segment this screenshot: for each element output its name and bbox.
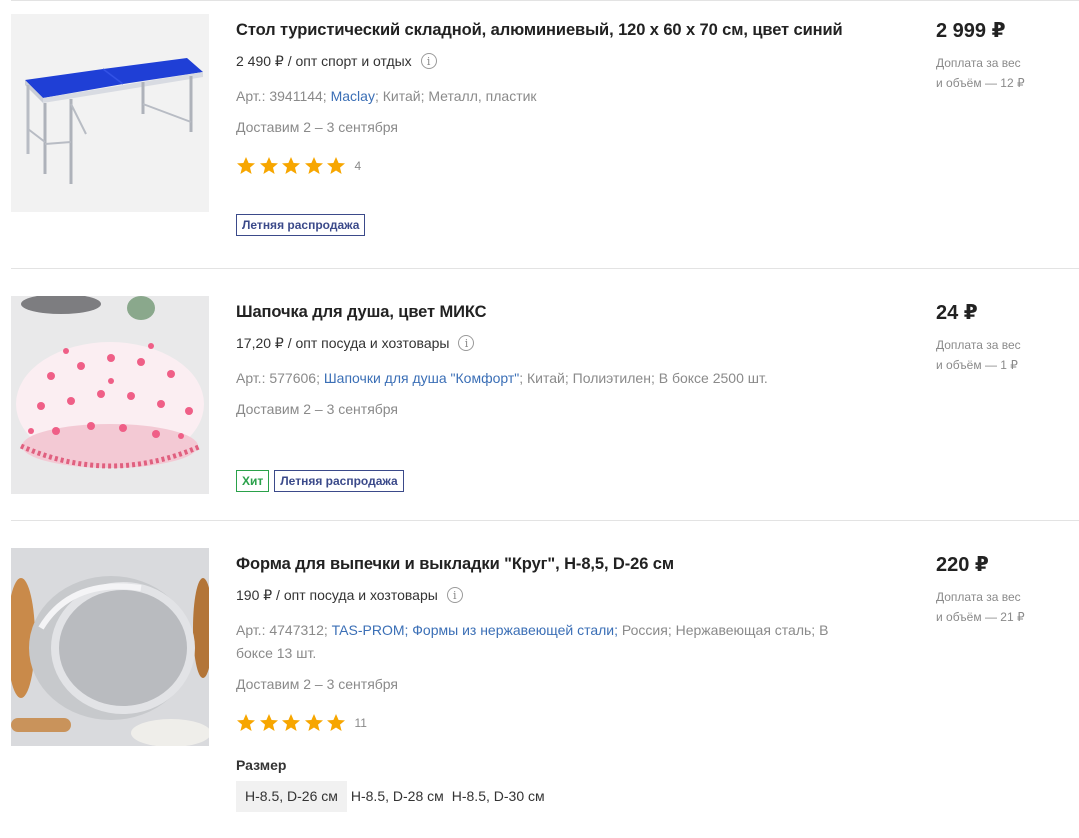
badge-summer-sale[interactable]: Летняя распродажа xyxy=(274,470,404,492)
wholesale-price: 17,20 ₽ / опт посуда и хозтовары xyxy=(236,335,450,351)
wholesale-price-row: 190 ₽ / опт посуда и хозтовары i xyxy=(236,586,876,604)
star-icon xyxy=(236,156,256,176)
category-link[interactable]: Формы из нержавеющей стали; xyxy=(412,622,618,638)
star-icon xyxy=(236,713,256,733)
series-link[interactable]: Шапочки для душа "Комфорт" xyxy=(324,370,519,386)
wholesale-price-row: 2 490 ₽ / опт спорт и отдых i xyxy=(236,52,876,70)
info-icon[interactable]: i xyxy=(458,335,475,351)
product-title[interactable]: Стол туристический складной, алюминиевый… xyxy=(236,19,876,41)
product-image-shower-cap[interactable] xyxy=(11,296,209,494)
product-title[interactable]: Шапочка для душа, цвет МИКС xyxy=(236,301,876,323)
product-card: Стол туристический складной, алюминиевый… xyxy=(0,0,1079,269)
delivery-date: Доставим 2 – 3 сентября xyxy=(236,676,399,692)
star-icon xyxy=(281,713,301,733)
product-meta: Арт.: 577606; Шапочки для душа "Комфорт"… xyxy=(236,370,768,386)
size-label: Размер xyxy=(236,757,287,773)
material: Металл, пластик xyxy=(428,88,537,104)
rating[interactable]: 4 xyxy=(236,156,876,176)
star-icon xyxy=(304,713,324,733)
price: 2 999 ₽ xyxy=(936,20,1006,42)
size-selector: Размер H-8.5, D-26 см H-8.5, D-28 см H-8… xyxy=(236,757,876,812)
article-number: Арт.: 4747312; xyxy=(236,622,328,638)
article-number: Арт.: 577606; xyxy=(236,370,320,386)
weight-surcharge: Доплата за вес и объём — 1 ₽ xyxy=(936,338,1021,372)
info-icon[interactable]: i xyxy=(420,53,437,69)
star-icon xyxy=(304,156,324,176)
price: 24 ₽ xyxy=(936,302,978,324)
badge-hit[interactable]: Хит xyxy=(236,470,270,492)
badges: Хит Летняя распродажа xyxy=(236,470,876,492)
brand-link[interactable]: Maclay xyxy=(331,88,375,104)
review-count: 11 xyxy=(354,716,367,730)
price: 220 ₽ xyxy=(936,554,989,576)
country: Россия; xyxy=(621,622,672,638)
country: Китай; xyxy=(382,88,425,104)
material: Нержавеющая сталь; xyxy=(675,622,816,638)
size-options: H-8.5, D-26 см H-8.5, D-28 см H-8.5, D-3… xyxy=(236,781,876,812)
weight-surcharge: Доплата за вес и объём — 12 ₽ xyxy=(936,56,1025,90)
product-title[interactable]: Форма для выпечки и выкладки "Круг", H-8… xyxy=(236,553,876,575)
star-icon xyxy=(281,156,301,176)
brand-link[interactable]: TAS-PROM; xyxy=(332,622,409,638)
wholesale-price: 190 ₽ / опт посуда и хозтовары xyxy=(236,587,438,603)
shower-cap-illustration xyxy=(11,296,209,494)
rating[interactable]: 11 xyxy=(236,713,876,733)
table-illustration xyxy=(11,14,209,212)
product-meta: Арт.: 3941144; Maclay; Китай; Металл, пл… xyxy=(236,88,537,104)
product-card: Шапочка для душа, цвет МИКС 17,20 ₽ / оп… xyxy=(0,269,1079,521)
baking-ring-illustration xyxy=(11,548,209,746)
product-image-baking-ring[interactable] xyxy=(11,548,209,746)
weight-surcharge: Доплата за вес и объём — 21 ₽ xyxy=(936,590,1025,624)
star-icon xyxy=(326,156,346,176)
product-meta: Арт.: 4747312; TAS-PROM; Формы из нержав… xyxy=(236,619,846,665)
size-option[interactable]: H-8.5, D-28 см xyxy=(347,781,448,812)
badge-summer-sale[interactable]: Летняя распродажа xyxy=(236,214,366,236)
star-icon xyxy=(259,156,279,176)
size-option[interactable]: H-8.5, D-30 см xyxy=(448,781,549,812)
review-count: 4 xyxy=(354,159,362,173)
badges: Летняя распродажа xyxy=(236,214,876,236)
delivery-date: Доставим 2 – 3 сентября xyxy=(236,119,399,135)
delivery-date: Доставим 2 – 3 сентября xyxy=(236,401,399,417)
star-icon xyxy=(326,713,346,733)
star-icon xyxy=(259,713,279,733)
product-image-table[interactable] xyxy=(11,14,209,212)
box-quantity: В боксе 2500 шт. xyxy=(658,370,768,386)
wholesale-price: 2 490 ₽ / опт спорт и отдых xyxy=(236,53,412,69)
material: Полиэтилен; xyxy=(572,370,655,386)
info-icon[interactable]: i xyxy=(446,587,463,603)
product-card: Форма для выпечки и выкладки "Круг", H-8… xyxy=(0,521,1079,838)
wholesale-price-row: 17,20 ₽ / опт посуда и хозтовары i xyxy=(236,334,876,352)
size-option-selected[interactable]: H-8.5, D-26 см xyxy=(236,781,347,812)
article-number: Арт.: 3941144; xyxy=(236,88,327,104)
country: Китай; xyxy=(527,370,569,386)
